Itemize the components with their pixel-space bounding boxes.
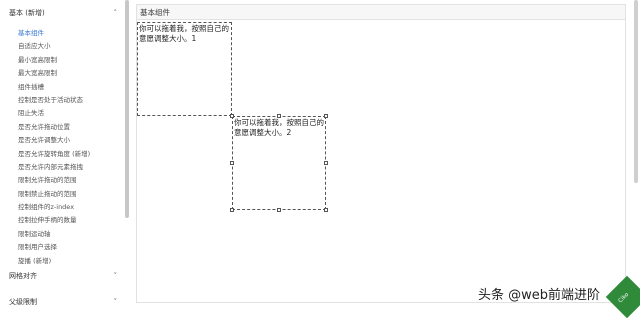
nav-item[interactable]: 限制用户选择 — [18, 241, 90, 254]
chevron-up-icon: ˄ — [113, 9, 118, 17]
nav-item[interactable]: 最大宽高限制 — [18, 67, 90, 80]
resize-handle-bm[interactable] — [277, 208, 281, 212]
main-content: 基本组件 你可以拖着我，按照自己的意愿调整大小。1 你可以拖着我，按照自己的意愿… — [130, 0, 632, 313]
group-parent-header[interactable]: 父级限制 ˅ — [9, 297, 117, 307]
group-basic-label: 基本 (新增) — [9, 9, 45, 17]
nav-item[interactable]: 是否允许拖动位置 — [18, 121, 90, 134]
nav-item[interactable]: 最小宽高限制 — [18, 54, 90, 67]
drag-canvas: 你可以拖着我，按照自己的意愿调整大小。1 你可以拖着我，按照自己的意愿调整大小。… — [136, 20, 626, 303]
resize-handle-br[interactable] — [324, 208, 328, 212]
group-basic-header[interactable]: 基本 (新增) ˄ — [9, 8, 117, 18]
resize-handle-tr[interactable] — [324, 114, 328, 118]
chevron-down-icon: ˅ — [113, 272, 118, 280]
nav-item-basic-component[interactable]: 基本组件 — [18, 27, 90, 40]
chevron-down-icon: ˅ — [113, 298, 118, 306]
group-parent-label: 父级限制 — [9, 298, 37, 306]
nav-item[interactable]: 控制组件的z-index — [18, 201, 90, 214]
nav-item[interactable]: 控制是否处于活动状态 — [18, 94, 90, 107]
resize-handle-mr[interactable] — [324, 161, 328, 165]
group-grid-header[interactable]: 网格对齐 ˅ — [9, 271, 117, 281]
nav-item[interactable]: 自适应大小 — [18, 40, 90, 53]
box-1-text: 你可以拖着我，按照自己的意愿调整大小。1 — [139, 24, 229, 43]
nav-item[interactable]: 是否允许旋转角度 (新增) — [18, 148, 90, 161]
resize-handle-tm[interactable] — [277, 114, 281, 118]
nav-item[interactable]: 限制运动轴 — [18, 228, 90, 241]
sidebar: 基本 (新增) ˄ 基本组件 自适应大小 最小宽高限制 最大宽高限制 组件插槽 … — [0, 0, 124, 313]
group-grid-label: 网格对齐 — [9, 272, 37, 280]
nav-item[interactable]: 控制拉伸手柄的数量 — [18, 214, 90, 227]
nav-item[interactable]: 限制禁止拖动的范围 — [18, 188, 90, 201]
nav-item[interactable]: 阻止失活 — [18, 107, 90, 120]
resize-handle-bl[interactable] — [230, 208, 234, 212]
watermark-text: 头条 @web前端进阶 — [478, 288, 601, 303]
nav-item[interactable]: 旋播 (新增) — [18, 255, 90, 268]
resize-handle-ml[interactable] — [230, 161, 234, 165]
nav-list: 基本组件 自适应大小 最小宽高限制 最大宽高限制 组件插槽 控制是否处于活动状态… — [18, 27, 90, 268]
nav-item[interactable]: 是否允许内部元素拖拽 — [18, 161, 90, 174]
box-2-text: 你可以拖着我，按照自己的意愿调整大小。2 — [234, 118, 324, 137]
nav-item[interactable]: 组件插槽 — [18, 81, 90, 94]
draggable-box-1[interactable]: 你可以拖着我，按照自己的意愿调整大小。1 — [137, 22, 232, 116]
resize-handle-tl[interactable] — [230, 114, 234, 118]
page-scrollbar[interactable] — [634, 0, 638, 183]
sidebar-scrollbar[interactable] — [125, 0, 129, 218]
draggable-box-2[interactable]: 你可以拖着我，按照自己的意愿调整大小。2 — [232, 116, 326, 210]
page-title: 基本组件 — [136, 4, 626, 20]
nav-item[interactable]: 是否允许调整大小 — [18, 134, 90, 147]
nav-item[interactable]: 限制允许拖动的范围 — [18, 174, 90, 187]
